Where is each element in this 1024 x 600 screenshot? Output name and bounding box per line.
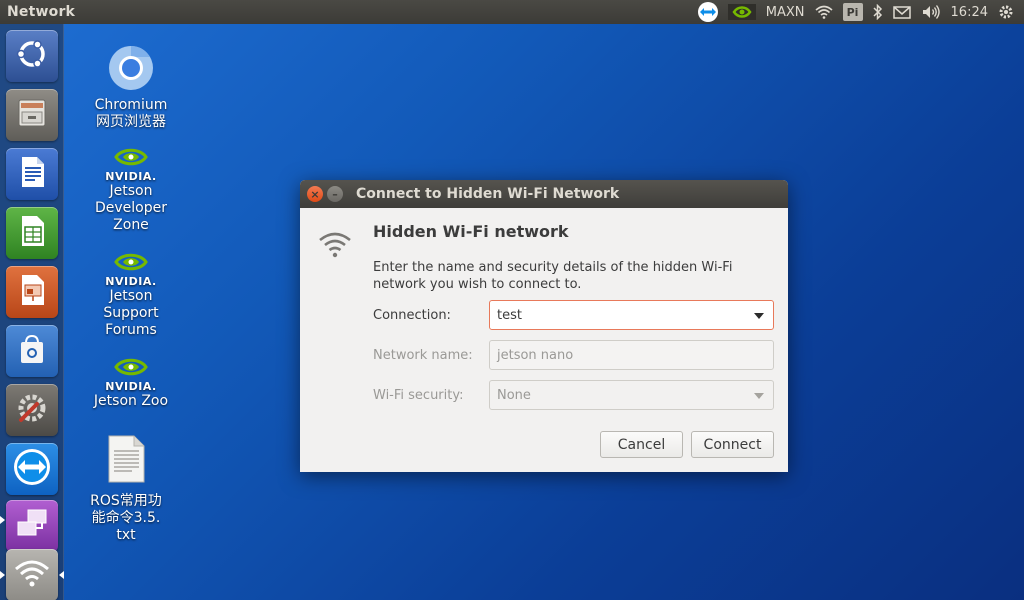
desktop-icon-label: Jetson Developer Zone [94,183,167,233]
nvidia-logo-text: NVIDIA. [105,275,157,288]
running-indicator [0,516,5,524]
focused-indicator [59,571,64,579]
connection-value: test [497,307,522,323]
settings-wrench-icon [13,389,51,431]
active-app-title: Network [7,4,76,20]
nvidia-icon: NVIDIA. [105,356,156,393]
close-icon[interactable]: × [307,186,323,202]
launcher-libreoffice-writer[interactable] [6,148,58,200]
running-indicator [0,571,5,579]
nvidia-icon: NVIDIA. [105,251,156,288]
dialog-title: Connect to Hidden Wi-Fi Network [356,186,620,202]
launcher-libreoffice-calc[interactable] [6,207,58,259]
desktop-icon-label: ROS常用功 能命令3.5. txt [90,493,162,543]
cancel-button[interactable]: Cancel [600,431,683,458]
nvidia-icon: NVIDIA. [105,146,156,183]
wifi-security-value: None [497,387,531,403]
wifi-tray-icon[interactable] [815,5,833,19]
desktop-icon-jetson-zoo[interactable]: NVIDIA. Jetson Zoo [76,356,186,410]
top-panel: Network MAXN Pi 16:24 [0,0,1024,24]
launcher [0,24,64,600]
power-mode-indicator[interactable]: MAXN [766,5,805,20]
minimize-icon[interactable]: – [327,186,343,202]
network-name-label: Network name: [373,348,473,363]
dialog-titlebar[interactable]: × – Connect to Hidden Wi-Fi Network [300,180,788,208]
connection-label: Connection: [373,308,451,323]
connection-dropdown[interactable]: test [489,300,774,330]
chevron-down-icon [754,313,764,319]
calc-spreadsheet-icon [14,213,50,253]
desktop-icon-chromium[interactable]: Chromium 网页浏览器 [76,44,186,131]
desktop-icon-label: Jetson Support Forums [103,288,159,338]
volume-tray-icon[interactable] [921,4,941,20]
writer-document-icon [14,154,50,194]
bluetooth-tray-icon[interactable] [873,4,883,20]
launcher-libreoffice-impress[interactable] [6,266,58,318]
wifi-icon [318,228,352,266]
desktop-icon-label: Chromium 网页浏览器 [94,97,168,130]
pi-indicator[interactable]: Pi [842,3,863,21]
shopping-bag-icon [14,331,50,371]
launcher-system-settings[interactable] [6,384,58,436]
nvidia-logo-text: NVIDIA. [105,380,157,393]
launcher-teamviewer[interactable] [6,443,58,495]
hidden-wifi-dialog: × – Connect to Hidden Wi-Fi Network Hidd… [300,180,788,472]
launcher-remote-desktop[interactable] [6,500,58,552]
remote-desktop-icon [14,506,50,546]
teamviewer-tray-icon[interactable] [697,2,718,22]
ubuntu-logo-icon [14,36,50,76]
desktop-icon-label: Jetson Zoo [93,393,169,409]
wifi-security-dropdown[interactable]: None [489,380,774,410]
chevron-down-icon [754,393,764,399]
gear-icon[interactable] [998,4,1014,20]
desktop-icon-jetson-developer-zone[interactable]: NVIDIA. Jetson Developer Zone [76,146,186,234]
chromium-icon [107,44,155,97]
mail-tray-icon[interactable] [892,5,911,19]
wifi-icon [12,557,52,593]
dialog-description: Enter the name and security details of t… [373,260,733,292]
nvidia-tray-icon[interactable] [727,3,756,21]
nvidia-logo-text: NVIDIA. [105,170,157,183]
teamviewer-icon [12,447,52,491]
desktop-icon-ros-text-file[interactable]: ROS常用功 能命令3.5. txt [71,434,181,544]
network-name-value: jetson nano [497,347,574,363]
launcher-ubuntu-dash[interactable] [6,30,58,82]
dialog-heading: Hidden Wi-Fi network [373,222,569,241]
impress-presentation-icon [14,272,50,312]
file-cabinet-icon [14,95,50,135]
launcher-files[interactable] [6,89,58,141]
clock[interactable]: 16:24 [951,5,988,20]
dialog-body: Hidden Wi-Fi network Enter the name and … [300,208,788,472]
launcher-network[interactable] [6,549,58,600]
connect-button[interactable]: Connect [691,431,774,458]
wifi-security-label: Wi-Fi security: [373,388,464,403]
text-file-icon [106,434,146,489]
desktop-icon-jetson-support-forums[interactable]: NVIDIA. Jetson Support Forums [76,251,186,339]
indicator-area: MAXN Pi 16:24 [697,0,1024,24]
network-name-field[interactable]: jetson nano [489,340,774,370]
launcher-ubuntu-software[interactable] [6,325,58,377]
